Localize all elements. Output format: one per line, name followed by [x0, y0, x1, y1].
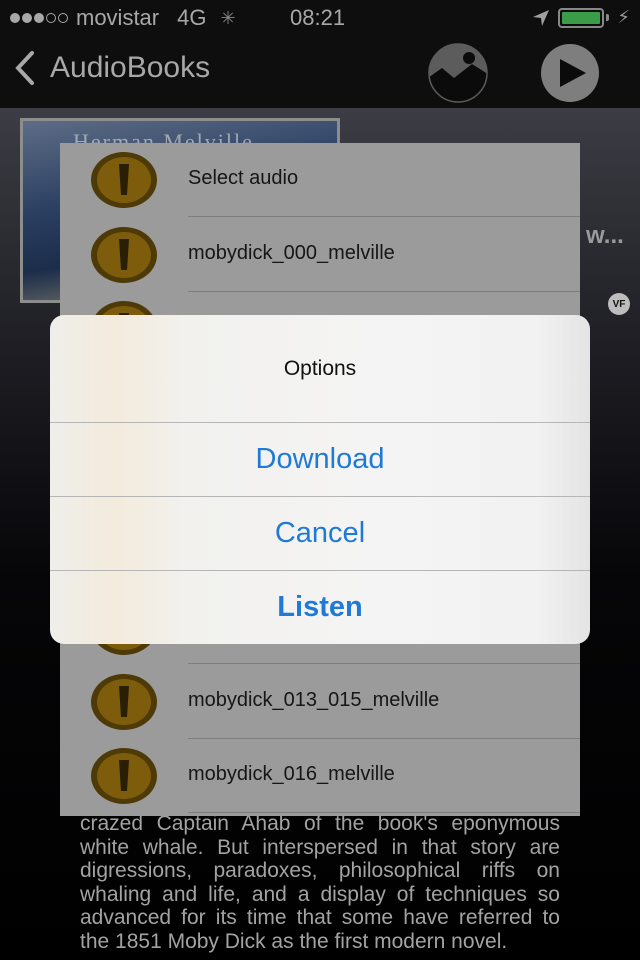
audio-status-icon — [91, 226, 157, 283]
chevron-left-icon — [15, 51, 34, 85]
network-type: 4G — [177, 5, 207, 30]
download-button[interactable]: Download — [50, 422, 590, 496]
signal-strength-icon — [10, 13, 68, 23]
navigation-bar: AudioBooks — [0, 36, 640, 108]
carrier-name: movistar — [76, 5, 160, 30]
status-bar: movistar 4G ✳ 08:21 ⚡︎ — [0, 0, 640, 36]
charging-bolt-icon: ⚡︎ — [617, 7, 630, 27]
back-button[interactable]: AudioBooks — [14, 50, 210, 86]
battery-icon — [558, 7, 605, 28]
options-alert: Options Download Cancel Listen — [50, 315, 590, 644]
location-arrow-icon — [533, 9, 550, 26]
publisher-logo-icon: VF — [608, 293, 630, 315]
back-button-label: AudioBooks — [50, 51, 211, 84]
audio-status-icon — [91, 748, 157, 804]
status-time: 08:21 — [290, 5, 346, 30]
audio-item-label: mobydick_016_melville — [188, 763, 395, 785]
audio-status-icon — [91, 152, 157, 208]
cancel-button[interactable]: Cancel — [50, 496, 590, 570]
row-divider — [188, 812, 580, 813]
audio-item-label: Select audio — [188, 167, 299, 189]
audio-list-item[interactable]: Select audio — [60, 143, 580, 217]
image-icon[interactable] — [422, 42, 494, 104]
audio-list-item[interactable]: mobydick_000_melville — [60, 218, 580, 292]
activity-spinner-icon: ✳ — [220, 7, 236, 28]
book-title: w... — [586, 222, 624, 249]
alert-title: Options — [283, 356, 357, 380]
book-description: crazed Captain Ahab of the book's eponym… — [80, 812, 560, 953]
play-icon[interactable] — [532, 42, 604, 104]
audio-list-item[interactable]: mobydick_016_melville — [60, 739, 580, 813]
listen-button[interactable]: Listen — [50, 570, 590, 644]
audio-item-label: mobydick_000_melville — [188, 241, 395, 264]
audio-list-item[interactable]: mobydick_013_015_melville — [60, 665, 580, 739]
battery-tip — [606, 14, 610, 21]
audio-item-label: mobydick_013_015_melville — [188, 688, 440, 711]
audio-status-icon — [91, 673, 157, 730]
